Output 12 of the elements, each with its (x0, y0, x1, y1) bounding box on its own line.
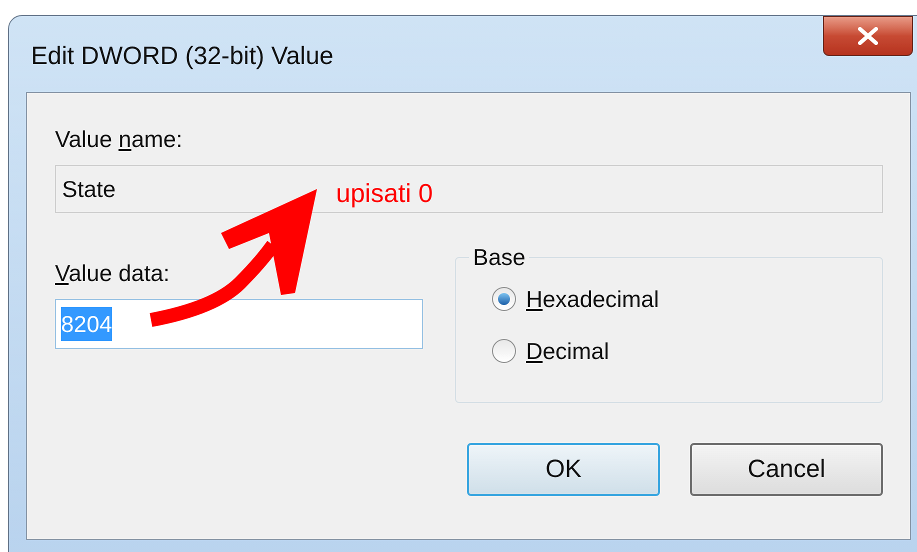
close-button[interactable] (823, 16, 913, 56)
field-label: Value data: (55, 259, 171, 287)
radio-label: Decimal (526, 337, 610, 366)
radio-button[interactable] (492, 339, 516, 363)
radio-label: Hexadecimal (526, 285, 659, 314)
field-label: Value name: (55, 125, 184, 153)
cancel-button[interactable]: Cancel (690, 443, 883, 496)
window-title: Edit DWORD (32-bit) Value (31, 41, 334, 72)
annotation-text: upisati 0 (336, 177, 433, 210)
radio-button[interactable] (492, 287, 516, 311)
ok-button[interactable]: OK (467, 443, 660, 496)
close-icon (857, 27, 879, 45)
